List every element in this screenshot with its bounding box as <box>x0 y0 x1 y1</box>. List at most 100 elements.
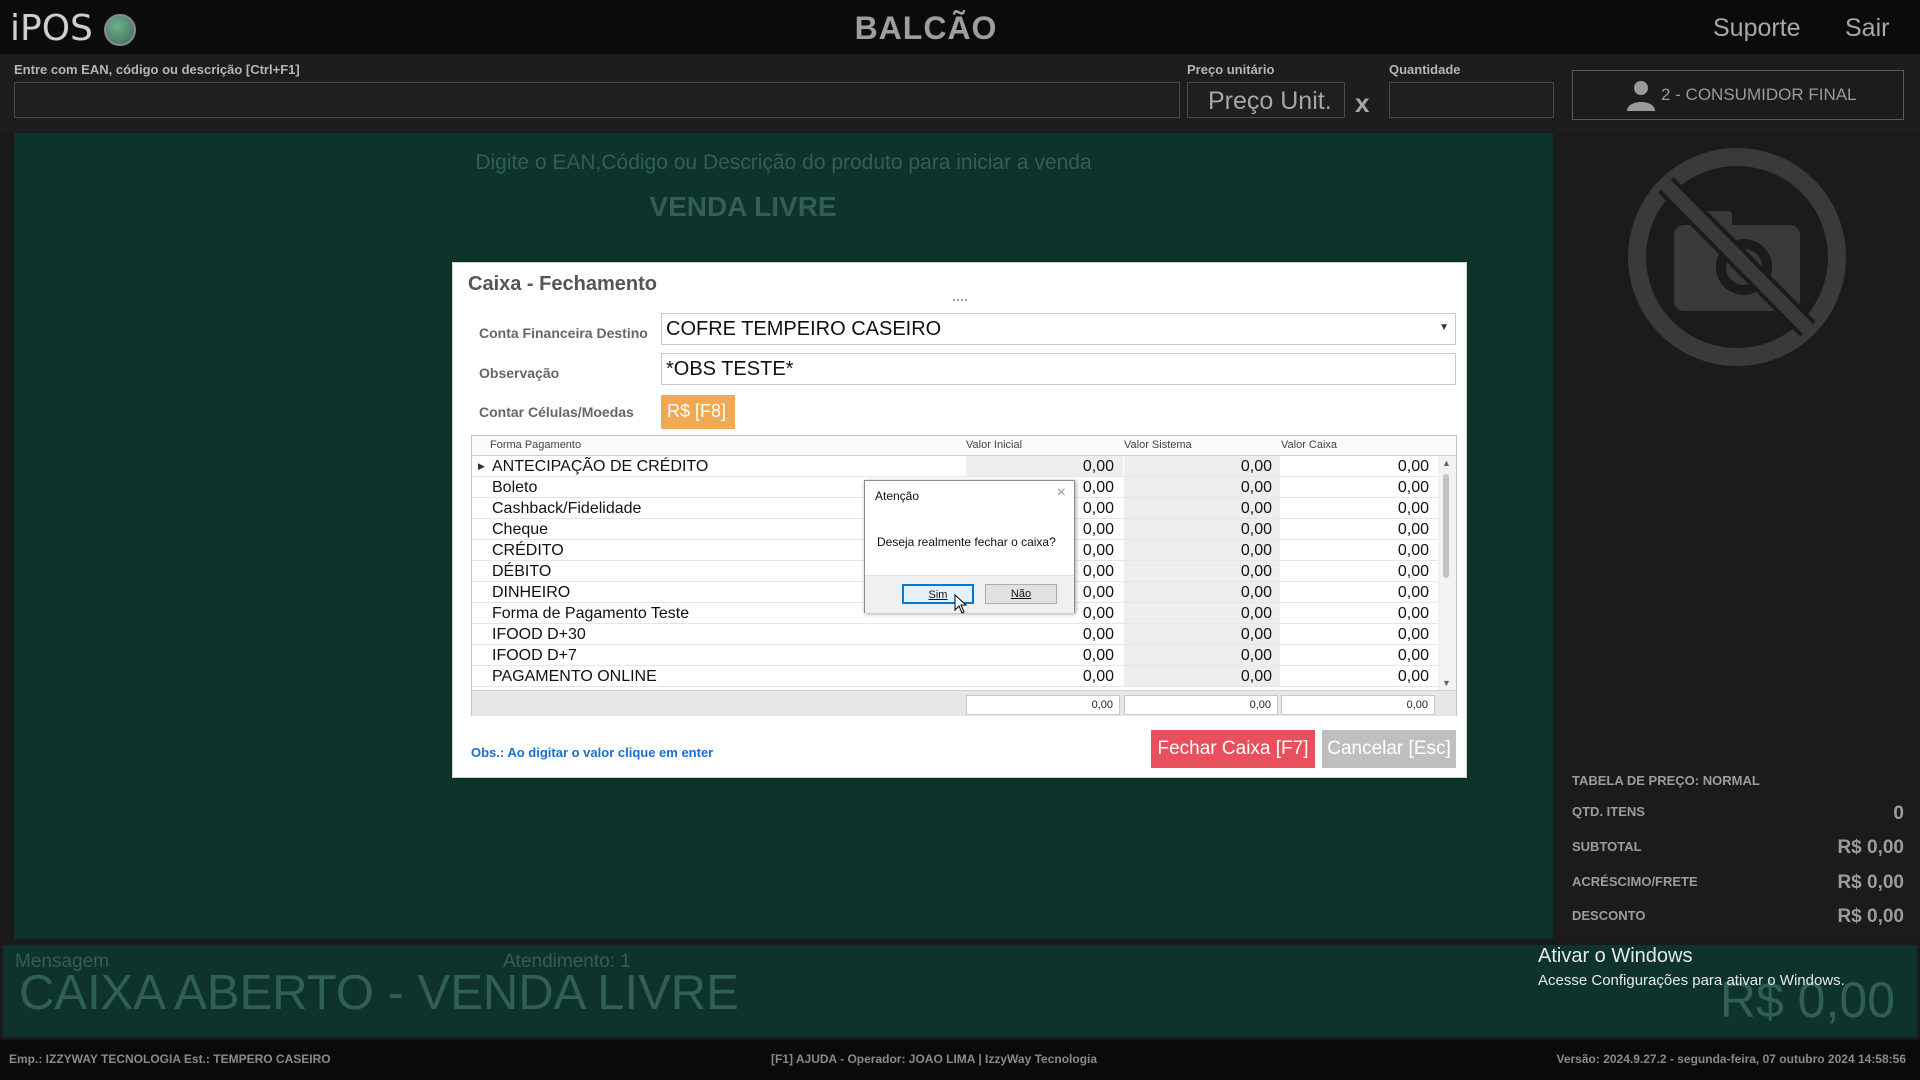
app-header: iPOS BALCÃO Suporte Sair <box>0 0 1920 54</box>
cell-caixa[interactable]: 0,00 <box>1305 647 1429 665</box>
scroll-thumb[interactable] <box>1443 474 1449 578</box>
observation-label: Observação <box>479 365 560 381</box>
account-label: Conta Financeira Destino <box>479 325 648 341</box>
cell-inicial: 0,00 <box>1082 668 1114 685</box>
cell-payment-method: Forma de Pagamento Teste <box>492 605 690 622</box>
cell-caixa[interactable]: 0,00 <box>1305 584 1429 602</box>
cell-payment-method: CRÉDITO <box>492 542 564 559</box>
cell-sistema: 0,00 <box>1240 584 1272 601</box>
no-photo-icon <box>1628 148 1846 366</box>
consumer-button[interactable]: 2 - CONSUMIDOR FINAL <box>1572 70 1904 120</box>
subtotal-value: R$ 0,00 <box>1837 837 1904 858</box>
enter-hint: Obs.: Ao digitar o valor clique em enter <box>471 745 714 760</box>
table-row[interactable]: PAGAMENTO ONLINE 0,00 0,00 0,00 <box>472 666 1438 687</box>
person-icon <box>1627 81 1655 111</box>
cell-payment-method: IFOOD D+7 <box>492 647 577 664</box>
company-info: Emp.: IZZYWAY TECNOLOGIA Est.: TEMPERO C… <box>9 1052 331 1066</box>
footer-bar: Emp.: IZZYWAY TECNOLOGIA Est.: TEMPERO C… <box>0 1040 1920 1080</box>
observation-input[interactable]: *OBS TESTE* <box>661 353 1456 385</box>
operator-info: [F1] AJUDA - Operador: JOAO LIMA | IzzyW… <box>771 1052 1098 1066</box>
cell-payment-method: ANTECIPAÇÃO DE CRÉDITO <box>492 458 709 475</box>
cell-caixa[interactable]: 0,00 <box>1305 605 1429 623</box>
cell-inicial: 0,00 <box>1082 647 1114 664</box>
cell-payment-method: IFOOD D+30 <box>492 626 586 643</box>
count-bills-button[interactable]: R$ [F8] <box>661 395 735 429</box>
cell-sistema: 0,00 <box>1240 479 1272 496</box>
consumer-label: 2 - CONSUMIDOR FINAL <box>1661 85 1857 104</box>
product-search-input[interactable] <box>14 82 1180 118</box>
price-label: Preço unitário <box>1187 62 1275 77</box>
total-initial: 0,00 <box>966 695 1120 715</box>
cell-sistema: 0,00 <box>1240 563 1272 580</box>
qty-input[interactable] <box>1389 82 1554 118</box>
close-register-button[interactable]: Fechar Caixa [F7] <box>1151 730 1315 768</box>
col-cash-value[interactable]: Valor Caixa <box>1281 439 1337 451</box>
summary-panel: TABELA DE PREÇO: NORMAL QTD. ITENS 0 SUB… <box>1554 133 1920 939</box>
cell-caixa[interactable]: 0,00 <box>1305 542 1429 560</box>
grid-totals: 0,00 0,00 0,00 <box>472 690 1456 716</box>
total-system: 0,00 <box>1124 695 1278 715</box>
account-select[interactable]: COFRE TEMPEIRO CASEIRO ▼ <box>661 313 1456 345</box>
confirm-title: Atenção <box>875 489 920 503</box>
cell-caixa[interactable]: 0,00 <box>1305 479 1429 497</box>
cell-caixa[interactable]: 0,00 <box>1305 500 1429 518</box>
close-icon[interactable]: × <box>1057 484 1066 502</box>
total-cash: 0,00 <box>1281 695 1435 715</box>
price-input[interactable]: Preço Unit. <box>1187 82 1345 118</box>
dropdown-arrow-icon[interactable]: ▼ <box>1439 322 1449 333</box>
grid-header: Forma Pagamento Valor Inicial Valor Sist… <box>472 436 1456 456</box>
row-indicator-icon: ▶ <box>478 461 485 471</box>
cell-inicial: 0,00 <box>1082 458 1114 475</box>
support-link[interactable]: Suporte <box>1713 14 1801 43</box>
confirm-dialog: Atenção × Deseja realmente fechar o caix… <box>864 480 1075 613</box>
activation-subtitle: Acesse Configurações para ativar o Windo… <box>1538 972 1845 989</box>
exit-link[interactable]: Sair <box>1845 14 1889 43</box>
status-message: CAIXA ABERTO - VENDA LIVRE <box>19 966 739 1020</box>
cell-caixa[interactable]: 0,00 <box>1305 521 1429 539</box>
search-label: Entre com EAN, código ou descrição [Ctrl… <box>14 62 300 77</box>
multiply-sign: x <box>1355 88 1370 118</box>
cell-caixa[interactable]: 0,00 <box>1305 458 1429 476</box>
mouse-cursor-icon <box>954 594 968 614</box>
cell-sistema: 0,00 <box>1240 626 1272 643</box>
dialog-title: Caixa - Fechamento <box>468 273 657 295</box>
cell-sistema: 0,00 <box>1240 500 1272 517</box>
cell-payment-method: Cashback/Fidelidade <box>492 500 642 517</box>
scroll-down-icon[interactable]: ▼ <box>1442 678 1451 688</box>
col-system-value[interactable]: Valor Sistema <box>1124 439 1192 451</box>
table-row[interactable]: IFOOD D+7 0,00 0,00 0,00 <box>472 645 1438 666</box>
qty-items-label: QTD. ITENS <box>1572 804 1645 819</box>
cell-caixa[interactable]: 0,00 <box>1305 626 1429 644</box>
activation-title: Ativar o Windows <box>1538 945 1693 967</box>
table-row[interactable]: ▶ ANTECIPAÇÃO DE CRÉDITO 0,00 0,00 0,00 <box>472 456 1438 477</box>
cell-sistema: 0,00 <box>1240 458 1272 475</box>
count-bills-label: Contar Células/Moedas <box>479 404 634 420</box>
drag-handle[interactable] <box>953 299 967 301</box>
col-payment-method[interactable]: Forma Pagamento <box>490 439 581 451</box>
cell-sistema: 0,00 <box>1240 647 1272 664</box>
cell-sistema: 0,00 <box>1240 542 1272 559</box>
product-input-bar: Entre com EAN, código ou descrição [Ctrl… <box>0 54 1920 132</box>
windows-activation-watermark: Ativar o Windows Acesse Configurações pa… <box>1538 945 1845 989</box>
table-row[interactable]: IFOOD D+30 0,00 0,00 0,00 <box>472 624 1438 645</box>
version-info: Versão: 2024.9.27.2 - segunda-feira, 07 … <box>1556 1052 1907 1066</box>
grid-scrollbar[interactable]: ▲ ▼ <box>1438 456 1456 690</box>
cell-caixa[interactable]: 0,00 <box>1305 668 1429 686</box>
no-button[interactable]: Não <box>985 584 1057 604</box>
qty-items-value: 0 <box>1893 803 1904 824</box>
account-value: COFRE TEMPEIRO CASEIRO <box>666 318 942 340</box>
cancel-button[interactable]: Cancelar [Esc] <box>1322 730 1456 768</box>
start-sale-hint: Digite o EAN,Código ou Descrição do prod… <box>475 151 1092 174</box>
cell-payment-method: DÉBITO <box>492 563 552 580</box>
page-title: BALCÃO <box>854 10 998 46</box>
col-initial-value[interactable]: Valor Inicial <box>966 439 1022 451</box>
surcharge-label: ACRÉSCIMO/FRETE <box>1572 874 1698 889</box>
confirm-buttons: Sim Não <box>865 575 1074 613</box>
scroll-up-icon[interactable]: ▲ <box>1442 458 1451 468</box>
cell-sistema: 0,00 <box>1240 668 1272 685</box>
cell-payment-method: PAGAMENTO ONLINE <box>492 668 657 685</box>
cell-caixa[interactable]: 0,00 <box>1305 563 1429 581</box>
cell-payment-method: Cheque <box>492 521 549 538</box>
confirm-message: Deseja realmente fechar o caixa? <box>877 535 1056 549</box>
discount-label: DESCONTO <box>1572 908 1646 923</box>
